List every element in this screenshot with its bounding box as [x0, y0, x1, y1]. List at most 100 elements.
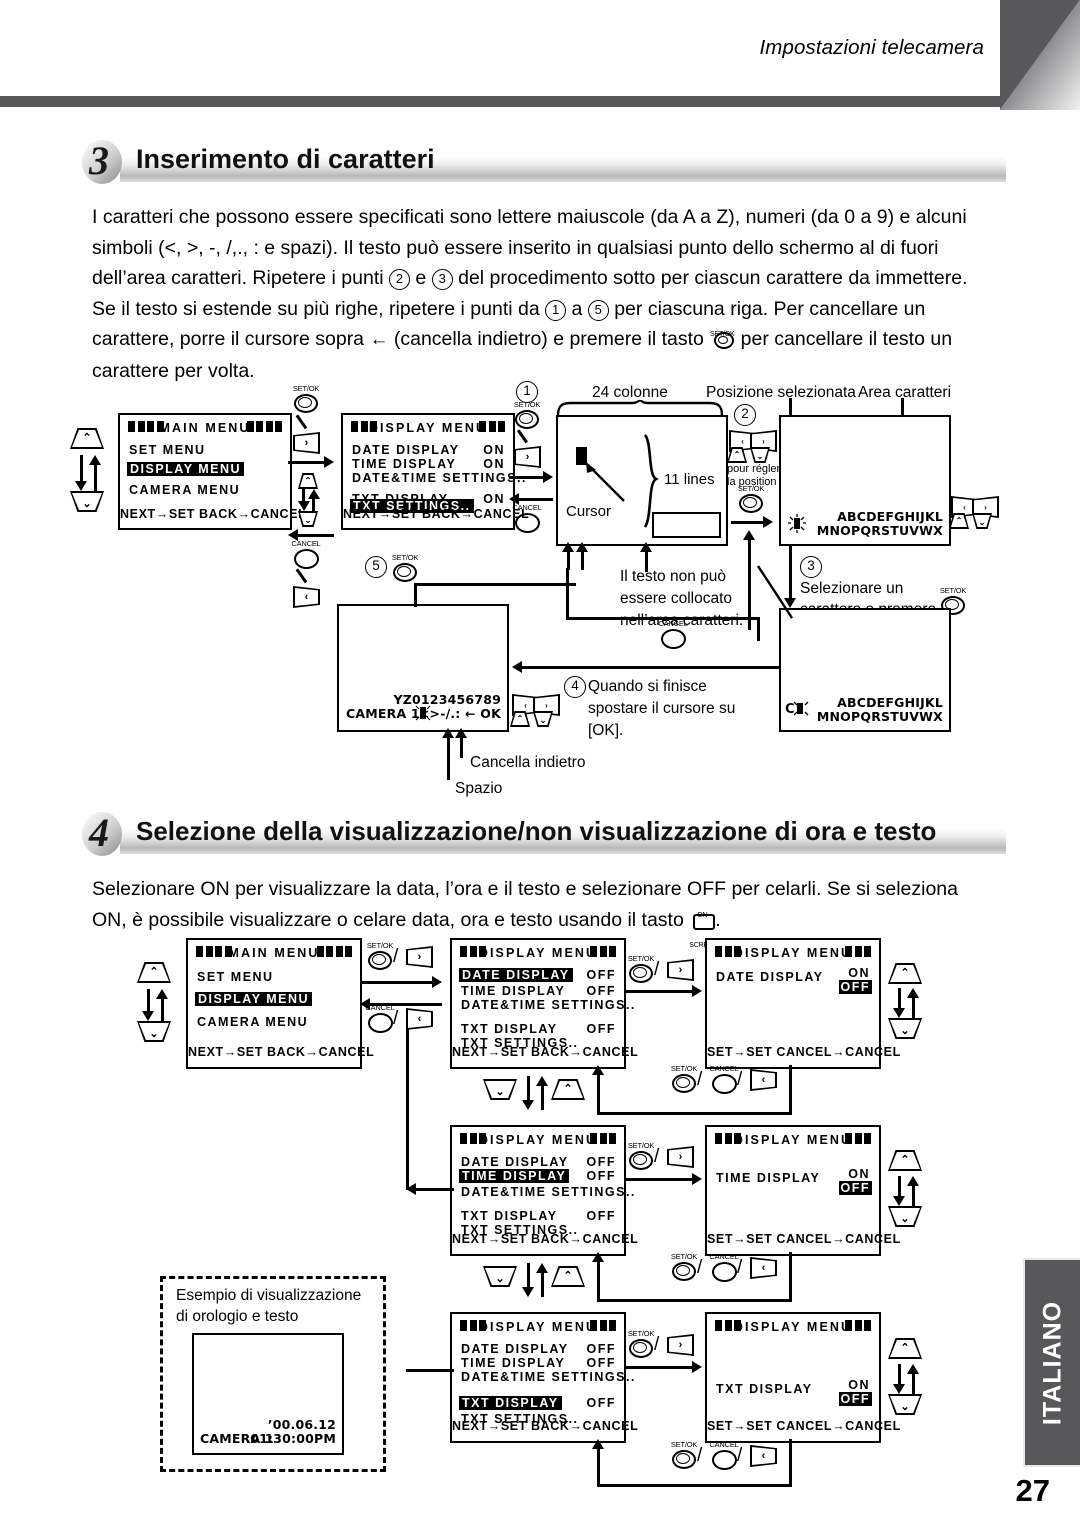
char-row-2[interactable]: MNOPQRSTUVWX — [817, 523, 943, 538]
setok-button-d3-a[interactable]: SET/OK — [293, 384, 319, 413]
lcd-row-time-display[interactable]: TIME DISPLAY — [459, 1169, 570, 1183]
setok-button-d4-a[interactable]: SET/OK — [367, 941, 393, 970]
up-key-d4-e[interactable]: ⌃ — [551, 1266, 585, 1287]
toggle-option-off[interactable]: OFF — [838, 980, 872, 994]
right-key-d3-a[interactable]: › — [293, 432, 320, 454]
left-key-d4-r1[interactable]: ‹ — [750, 1069, 777, 1091]
selected-char-row-2[interactable]: MNOPQRSTUVWX — [817, 709, 943, 724]
up-key-d4-b[interactable]: ⌃ — [888, 963, 922, 984]
lcd-row-display-menu[interactable]: DISPLAY MENU — [127, 462, 245, 476]
lcd-row-txt-display[interactable]: TXT DISPLAY — [716, 1382, 813, 1396]
lcd-value-time-display: OFF — [586, 1356, 616, 1370]
entry-row-1[interactable]: YZ0123456789 — [394, 692, 502, 707]
setok-button-d4-r2[interactable]: SET/OK — [671, 1252, 697, 1281]
right-key-d3-b[interactable]: › — [514, 446, 541, 468]
lcd-row-txt-display[interactable]: TXT DISPLAY — [459, 1396, 562, 1410]
left-key-d3-a[interactable]: ‹ — [293, 586, 320, 608]
lcd-row-camera-menu[interactable]: CAMERA MENU — [197, 1015, 308, 1029]
up-key-d3-b[interactable]: ⌃ — [298, 473, 318, 489]
toggle-option-off[interactable]: OFF — [838, 1181, 872, 1195]
setok-button-d3-e[interactable]: SET/OK — [392, 553, 418, 582]
left-key-d4-a[interactable]: ‹ — [406, 1008, 433, 1030]
cancel-button-d4-a[interactable]: CANCEL — [365, 1003, 395, 1033]
setok-button-d4-d[interactable]: SET/OK — [628, 1329, 654, 1358]
lcd-row-date-display[interactable]: DATE DISPLAY — [459, 968, 573, 982]
lcd-row-camera-menu[interactable]: CAMERA MENU — [129, 483, 240, 497]
down-key-d3[interactable]: ⌄ — [70, 491, 104, 512]
down-key-d4-d[interactable]: ⌄ — [888, 1206, 922, 1227]
right-key-d4-a[interactable]: › — [406, 946, 433, 968]
label-spazio: Spazio — [455, 780, 503, 797]
down-key-d4-c[interactable]: ⌄ — [483, 1079, 517, 1100]
section-4-badge: 4 — [76, 808, 122, 858]
lcd-row-datetime-settings[interactable]: DATE&TIME SETTINGS.. — [352, 471, 527, 485]
setok-button-d4-c[interactable]: SET/OK — [628, 1141, 654, 1170]
down-key-d4-f[interactable]: ⌄ — [888, 1394, 922, 1415]
right-key-d4-b[interactable]: › — [667, 959, 694, 981]
section-3-text-part-4: a — [566, 297, 588, 320]
lcd-value-date-display: OFF — [586, 1342, 616, 1356]
cancel-button-d3-b[interactable]: CANCEL — [512, 503, 542, 533]
lcd-row-date-display[interactable]: DATE DISPLAY — [352, 443, 460, 457]
up-key-d3-c[interactable]: ⌃ — [727, 447, 747, 463]
lcd-toggle-time: DISPLAY MENU TIME DISPLAY ON OFF SET→SET… — [705, 1125, 900, 1256]
entry-row-2[interactable]: <>-/.: ← OK — [419, 706, 501, 721]
example-date: ’00.06.12 — [267, 1417, 336, 1432]
down-key-d3-d[interactable]: ⌄ — [972, 513, 992, 529]
cancel-button-d4-r3[interactable]: CANCEL — [709, 1440, 739, 1470]
down-key-d4-b[interactable]: ⌄ — [888, 1018, 922, 1039]
cancel-button-d4-r2[interactable]: CANCEL — [709, 1252, 739, 1282]
lcd-row-txt-display[interactable]: TXT DISPLAY — [461, 1022, 558, 1036]
lcd-row-display-menu[interactable]: DISPLAY MENU — [195, 992, 313, 1006]
toggle-option-on[interactable]: ON — [848, 1378, 870, 1392]
up-key-d3[interactable]: ⌃ — [70, 428, 104, 449]
left-key-glyph: ‹ — [761, 1450, 766, 1462]
up-key-d4[interactable]: ⌃ — [137, 962, 171, 983]
lcd-row-time-display[interactable]: TIME DISPLAY — [352, 457, 456, 471]
cancel-button-d3-a[interactable]: CANCEL — [291, 539, 321, 569]
char-row-1[interactable]: ABCDEFGHIJKL — [837, 509, 943, 524]
section-4-paragraph: Selezionare ON per visualizzare la data,… — [92, 874, 972, 949]
toggle-option-on[interactable]: ON — [848, 1167, 870, 1181]
lcd-row-date-display[interactable]: DATE DISPLAY — [716, 970, 824, 984]
setok-button-d3-c[interactable]: SET/OK — [738, 484, 764, 513]
left-key-d4-r2[interactable]: ‹ — [750, 1257, 777, 1279]
toggle-option-on[interactable]: ON — [848, 966, 870, 980]
left-key-d4-r3[interactable]: ‹ — [750, 1445, 777, 1467]
lcd-row-time-display[interactable]: TIME DISPLAY — [461, 984, 565, 998]
down-key-d4-e[interactable]: ⌄ — [483, 1266, 517, 1287]
selected-char-row-1[interactable]: ABCDEFGHIJKL — [837, 695, 943, 710]
cancel-button-d4-r1[interactable]: CANCEL — [709, 1064, 739, 1094]
down-key-d4[interactable]: ⌄ — [137, 1021, 171, 1042]
right-key-glyph: › — [678, 964, 683, 976]
down-key-d3-b[interactable]: ⌄ — [298, 511, 318, 527]
up-key-d3-e[interactable]: ⌃ — [510, 711, 530, 727]
lcd-row-date-display[interactable]: DATE DISPLAY — [461, 1342, 569, 1356]
setok-button-d4-r3[interactable]: SET/OK — [671, 1440, 697, 1469]
up-key-d3-d[interactable]: ⌃ — [949, 513, 969, 529]
setok-button-d4-r1[interactable]: SET/OK — [671, 1064, 697, 1093]
up-key-d4-d[interactable]: ⌃ — [888, 1150, 922, 1171]
lcd-row-datetime-settings[interactable]: DATE&TIME SETTINGS.. — [461, 1185, 636, 1199]
lcd-row-datetime-settings[interactable]: DATE&TIME SETTINGS.. — [461, 998, 636, 1012]
right-key-d4-d[interactable]: › — [667, 1334, 694, 1356]
setok-button-d3-b[interactable]: SET/OK — [514, 400, 540, 429]
lcd-row-set-menu[interactable]: SET MENU — [129, 443, 206, 457]
lcd-row-time-display[interactable]: TIME DISPLAY — [461, 1356, 565, 1370]
up-key-d4-f[interactable]: ⌃ — [888, 1338, 922, 1359]
right-key-d4-c[interactable]: › — [667, 1146, 694, 1168]
lcd-row-date-display[interactable]: DATE DISPLAY — [461, 1155, 569, 1169]
connector-up-b — [576, 542, 588, 570]
cancel-button-d3-c[interactable]: CANCEL — [658, 619, 688, 649]
down-key-d3-e[interactable]: ⌄ — [533, 711, 553, 727]
lcd-footer: NEXT→SET BACK→CANCEL — [120, 507, 307, 521]
lcd-row-time-display[interactable]: TIME DISPLAY — [716, 1171, 820, 1185]
toggle-option-off[interactable]: OFF — [838, 1392, 872, 1406]
lcd-row-set-menu[interactable]: SET MENU — [197, 970, 274, 984]
setok-button-d4-b[interactable]: SET/OK — [628, 954, 654, 983]
down-arrow-d4-e — [521, 1263, 535, 1297]
lcd-row-txt-display[interactable]: TXT DISPLAY — [461, 1209, 558, 1223]
up-key-d4-c[interactable]: ⌃ — [551, 1079, 585, 1100]
down-key-d3-c[interactable]: ⌄ — [750, 447, 770, 463]
lcd-row-datetime-settings[interactable]: DATE&TIME SETTINGS.. — [461, 1370, 636, 1384]
